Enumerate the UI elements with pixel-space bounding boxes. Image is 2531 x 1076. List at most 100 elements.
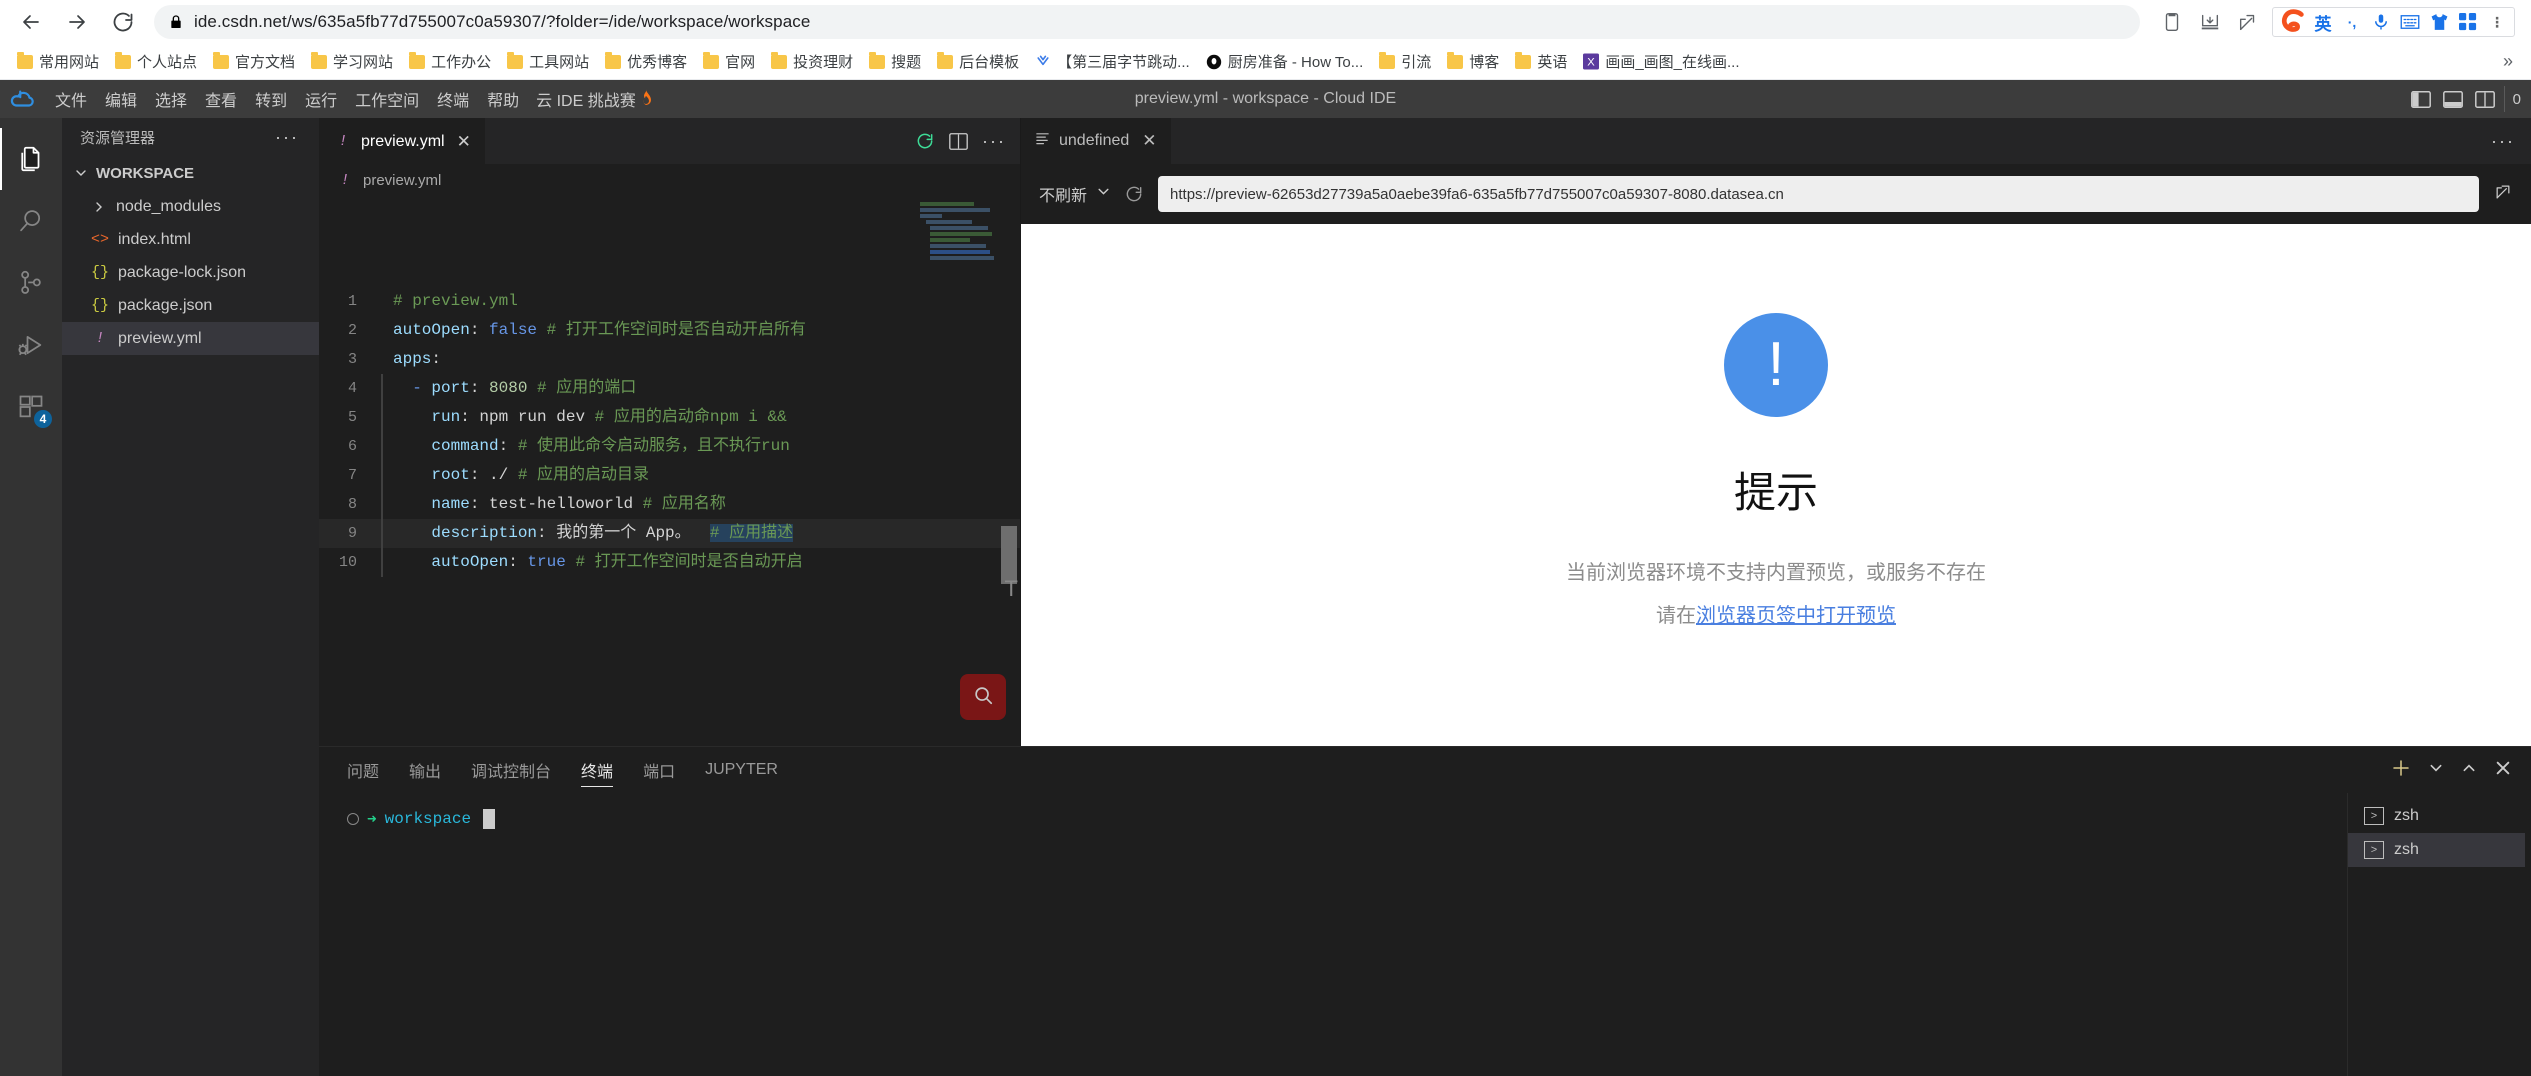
menu-item-view[interactable]: 查看 (196, 83, 246, 115)
menu-item-selection[interactable]: 选择 (146, 83, 196, 115)
add-terminal-icon[interactable] (2391, 758, 2411, 783)
find-in-file-button[interactable] (960, 674, 1006, 720)
ime-mode-button[interactable]: 英 (2310, 9, 2336, 35)
file-row-package-lock-json[interactable]: {} package-lock.json (62, 256, 319, 289)
apps-grid-icon[interactable] (2455, 9, 2481, 35)
bookmark-item[interactable]: 后台模板 (930, 47, 1026, 76)
tab-debug-console[interactable]: 调试控制台 (471, 747, 551, 793)
bookmark-item[interactable]: 优秀博客 (598, 47, 694, 76)
bookmark-item[interactable]: 官网 (696, 47, 762, 76)
bookmark-item[interactable]: 工作办公 (402, 47, 498, 76)
code-line[interactable]: 10 autoOpen: true # 打开工作空间时是否自动开启 (319, 548, 1020, 577)
close-icon[interactable]: ✕ (457, 132, 471, 152)
close-panel-icon[interactable] (2495, 760, 2511, 781)
bookmark-item[interactable]: 搜题 (862, 47, 928, 76)
bookmark-item[interactable]: 【第三届字节跳动... (1028, 47, 1197, 76)
menu-item-workspace[interactable]: 工作空间 (346, 83, 428, 115)
code-line[interactable]: 1 # preview.yml (319, 287, 1020, 316)
sidebar-item-source-control[interactable] (0, 252, 62, 314)
code-line[interactable]: 9 description: 我的第一个 App。 # 应用描述 (319, 519, 1020, 548)
more-vertical-icon[interactable]: ⋮ (2484, 9, 2510, 35)
more-actions-icon[interactable]: ··· (982, 131, 1006, 152)
menu-item-file[interactable]: 文件 (46, 83, 96, 115)
terminal-list-item[interactable]: > zsh (2348, 833, 2525, 867)
split-editor-icon[interactable] (949, 132, 968, 150)
forward-icon[interactable] (56, 4, 98, 40)
open-external-icon[interactable] (2493, 182, 2513, 207)
bookmark-item[interactable]: 工具网站 (500, 47, 596, 76)
code-viewport[interactable]: 1 # preview.yml 2 autoOpen: false # 打开工作空间时… (319, 196, 1020, 746)
bookmark-item[interactable]: 博客 (1440, 47, 1506, 76)
bookmark-item[interactable]: 个人站点 (108, 47, 204, 76)
download-icon[interactable] (2192, 5, 2228, 39)
bookmark-item[interactable]: 投资理财 (764, 47, 860, 76)
menu-item-go[interactable]: 转到 (246, 83, 296, 115)
bookmark-item[interactable]: 学习网站 (304, 47, 400, 76)
file-row-preview-yml[interactable]: ! preview.yml (62, 322, 319, 355)
editor-scrollbar[interactable] (998, 196, 1020, 746)
more-horizontal-icon[interactable]: ··· (275, 127, 299, 148)
sogou-ime-bar[interactable]: 英 ·, ⋮ (2272, 7, 2515, 37)
restart-preview-icon[interactable] (915, 131, 935, 151)
preview-reload-icon[interactable] (1124, 184, 1144, 204)
code-line[interactable]: 8 name: test-helloworld # 应用名称 (319, 490, 1020, 519)
menu-item-terminal[interactable]: 终端 (428, 83, 478, 115)
code-line[interactable]: 5 run: npm run dev # 应用的启动命npm i && (319, 403, 1020, 432)
sidebar-item-explorer[interactable] (0, 128, 62, 190)
code-line[interactable]: 7 root: ./ # 应用的启动目录 (319, 461, 1020, 490)
bookmark-item[interactable]: X 画画_画图_在线画... (1576, 47, 1746, 76)
sidebar-item-extensions[interactable]: 4 (0, 376, 62, 438)
bookmark-item[interactable]: 官方文档 (206, 47, 302, 76)
editor-tab-preview-yml[interactable]: ! preview.yml ✕ (319, 118, 485, 164)
bookmark-item[interactable]: 常用网站 (10, 47, 106, 76)
bookmark-item[interactable]: 引流 (1372, 47, 1438, 76)
close-icon[interactable]: ✕ (1142, 131, 1156, 151)
refresh-mode-dropdown[interactable]: 不刷新 (1039, 182, 1110, 206)
keyboard-icon[interactable] (2397, 9, 2423, 35)
address-bar[interactable]: ide.csdn.net/ws/635a5fb77d755007c0a59307… (154, 5, 2140, 39)
bookmark-item[interactable]: 厨房准备 - How To... (1199, 47, 1371, 76)
customize-layout-icon[interactable]: 0 (2503, 86, 2521, 112)
breadcrumb[interactable]: ! preview.yml (319, 164, 1020, 196)
preview-url-input[interactable]: https://preview-62653d27739a5a0aebe39fa6… (1158, 176, 2479, 212)
tab-output[interactable]: 输出 (409, 747, 441, 793)
minimap[interactable] (920, 196, 996, 746)
menu-item-help[interactable]: 帮助 (478, 83, 528, 115)
bookmarks-overflow-button[interactable]: » (2503, 51, 2521, 72)
file-row-package-json[interactable]: {} package.json (62, 289, 319, 322)
split-terminal-dropdown-icon[interactable] (2429, 761, 2443, 780)
sogou-logo-icon[interactable] (2277, 7, 2307, 37)
tab-jupyter[interactable]: JUPYTER (705, 747, 778, 793)
terminal-list-item[interactable]: > zsh (2348, 799, 2525, 833)
open-in-browser-link[interactable]: 浏览器页签中打开预览 (1696, 605, 1896, 627)
more-horizontal-icon[interactable]: ··· (2491, 131, 2515, 152)
code-line[interactable]: 4 - port: 8080 # 应用的端口 (319, 374, 1020, 403)
toggle-panel-icon[interactable] (2440, 86, 2466, 112)
preview-tab-undefined[interactable]: undefined ✕ (1021, 118, 1171, 164)
menu-item-edit[interactable]: 编辑 (96, 83, 146, 115)
sidebar-item-run-debug[interactable] (0, 314, 62, 376)
code-line[interactable]: 6 command: # 使用此命令启动服务，且不执行run (319, 432, 1020, 461)
toggle-sidebar-icon[interactable] (2408, 86, 2434, 112)
bookmark-item[interactable]: 英语 (1508, 47, 1574, 76)
toggle-secondary-sidebar-icon[interactable] (2472, 86, 2498, 112)
tab-problems[interactable]: 问题 (347, 747, 379, 793)
maximize-panel-icon[interactable] (2461, 761, 2477, 780)
sidebar-item-search[interactable] (0, 190, 62, 252)
menu-item-run[interactable]: 运行 (296, 83, 346, 115)
back-icon[interactable] (10, 4, 52, 40)
ime-punctuation-button[interactable]: ·, (2339, 9, 2365, 35)
file-row-node-modules[interactable]: node_modules (62, 190, 319, 223)
tshirt-icon[interactable] (2426, 9, 2452, 35)
tab-terminal[interactable]: 终端 (581, 747, 614, 793)
terminal-output[interactable]: ➜ workspace (319, 793, 2347, 1076)
microphone-icon[interactable] (2368, 9, 2394, 35)
file-row-index-html[interactable]: <> index.html (62, 223, 319, 256)
clipboard-icon[interactable] (2154, 5, 2190, 39)
share-icon[interactable] (2230, 5, 2266, 39)
challenge-link[interactable]: 云 IDE 挑战赛 (528, 83, 661, 115)
workspace-root-row[interactable]: WORKSPACE (62, 156, 319, 190)
reload-icon[interactable] (102, 4, 144, 40)
code-line[interactable]: 3 apps: (319, 345, 1020, 374)
code-line[interactable]: 2 autoOpen: false # 打开工作空间时是否自动开启所有 (319, 316, 1020, 345)
